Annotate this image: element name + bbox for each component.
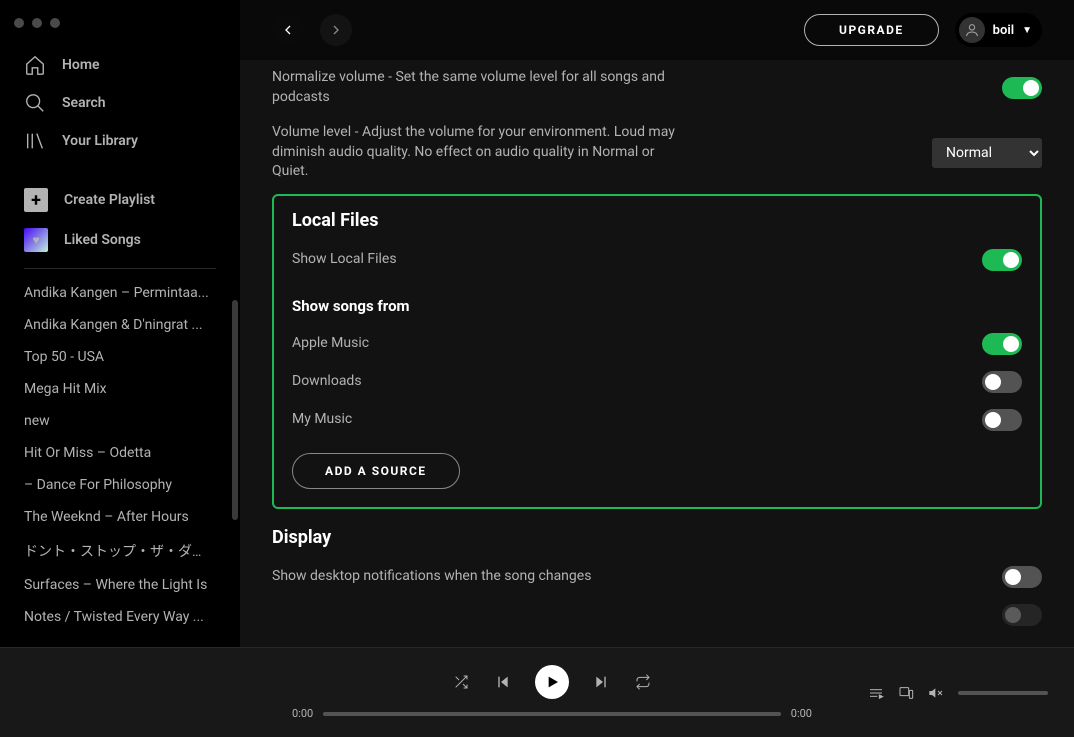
skip-forward-icon xyxy=(593,674,609,690)
nav-forward-button[interactable] xyxy=(320,14,352,46)
total-time: 0:00 xyxy=(791,707,812,720)
chevron-right-icon xyxy=(328,22,344,38)
main-panel: UPGRADE boil ▼ Normalize volume - Set th… xyxy=(240,0,1074,647)
show-local-files-label: Show Local Files xyxy=(292,250,397,270)
normalize-volume-label: Normalize volume - Set the same volume l… xyxy=(272,68,692,107)
desktop-notifications-toggle[interactable] xyxy=(1002,566,1042,588)
library-icon xyxy=(24,130,46,152)
add-source-button[interactable]: ADD A SOURCE xyxy=(292,453,460,489)
nav-search[interactable]: Search xyxy=(8,84,232,122)
avatar-icon xyxy=(959,17,985,43)
heart-icon: ♥ xyxy=(24,228,48,252)
local-files-section: Local Files Show Local Files Show songs … xyxy=(272,194,1042,509)
username-label: boil xyxy=(993,23,1014,38)
next-button[interactable] xyxy=(591,672,611,692)
plus-icon: + xyxy=(24,188,48,212)
liked-songs-button[interactable]: ♥ Liked Songs xyxy=(0,220,240,260)
source-label: My Music xyxy=(292,410,352,430)
nav-home[interactable]: Home xyxy=(8,46,232,84)
playlist-item[interactable]: Top 50 - USA xyxy=(24,341,214,373)
topbar: UPGRADE boil ▼ xyxy=(240,0,1074,60)
local-files-title: Local Files xyxy=(292,210,1022,231)
source-row: Apple Music xyxy=(292,325,1022,363)
source-label: Downloads xyxy=(292,372,362,392)
shuffle-button[interactable] xyxy=(451,672,471,692)
chevron-left-icon xyxy=(280,22,296,38)
user-menu[interactable]: boil ▼ xyxy=(955,13,1042,47)
elapsed-time: 0:00 xyxy=(292,707,313,720)
playlist-item[interactable]: Mega Hit Mix xyxy=(24,373,214,405)
player-bar: 0:00 0:00 xyxy=(0,647,1074,737)
devices-icon[interactable] xyxy=(898,685,914,701)
playlist-item[interactable]: Andika Kangen – Permintaa... xyxy=(24,277,214,309)
playlist-item[interactable]: Surfaces – Where the Light Is xyxy=(24,569,214,601)
source-label: Apple Music xyxy=(292,334,369,354)
scrollbar[interactable] xyxy=(232,300,238,520)
source-row: My Music xyxy=(292,401,1022,439)
window-controls xyxy=(0,12,240,46)
nav-back-button[interactable] xyxy=(272,14,304,46)
playlist-list: Andika Kangen – Permintaa...Andika Kange… xyxy=(0,277,240,647)
sidebar-divider xyxy=(24,268,216,269)
traffic-light-close[interactable] xyxy=(14,18,24,28)
skip-back-icon xyxy=(495,674,511,690)
source-toggle[interactable] xyxy=(982,409,1022,431)
volume-mute-icon[interactable] xyxy=(928,685,944,701)
traffic-light-min[interactable] xyxy=(32,18,42,28)
nav-library[interactable]: Your Library xyxy=(8,122,232,160)
show-local-files-toggle[interactable] xyxy=(982,249,1022,271)
play-button[interactable] xyxy=(535,665,569,699)
playlist-item[interactable]: Notes / Twisted Every Way ... xyxy=(24,601,214,633)
volume-level-label: Volume level - Adjust the volume for you… xyxy=(272,123,692,182)
source-toggle[interactable] xyxy=(982,371,1022,393)
playlist-item[interactable]: The Weeknd – After Hours xyxy=(24,501,214,533)
truncated-toggle[interactable] xyxy=(1002,604,1042,626)
search-icon xyxy=(24,92,46,114)
create-playlist-button[interactable]: + Create Playlist xyxy=(0,180,240,220)
settings-content: Normalize volume - Set the same volume l… xyxy=(240,60,1074,647)
liked-songs-label: Liked Songs xyxy=(64,232,141,248)
playlist-item[interactable]: – Dance For Philosophy xyxy=(24,469,214,501)
create-playlist-label: Create Playlist xyxy=(64,192,155,208)
home-icon xyxy=(24,54,46,76)
playlist-item[interactable]: Hit Or Miss – Odetta xyxy=(24,437,214,469)
shuffle-icon xyxy=(453,674,469,690)
repeat-icon xyxy=(635,674,651,690)
nav-search-label: Search xyxy=(62,95,106,111)
repeat-button[interactable] xyxy=(633,672,653,692)
play-icon xyxy=(544,674,560,690)
source-toggle[interactable] xyxy=(982,333,1022,355)
display-section-title: Display xyxy=(272,527,1042,548)
playlist-item[interactable]: new xyxy=(24,405,214,437)
normalize-volume-toggle[interactable] xyxy=(1002,77,1042,99)
volume-level-select[interactable]: Normal xyxy=(932,138,1042,168)
caret-down-icon: ▼ xyxy=(1022,25,1032,36)
sidebar: Home Search Your Library + Create Playli… xyxy=(0,0,240,647)
nav-library-label: Your Library xyxy=(62,133,138,149)
show-songs-from-title: Show songs from xyxy=(292,297,1022,315)
nav-home-label: Home xyxy=(62,57,100,73)
upgrade-button[interactable]: UPGRADE xyxy=(804,14,939,46)
previous-button[interactable] xyxy=(493,672,513,692)
queue-icon[interactable] xyxy=(868,685,884,701)
traffic-light-max[interactable] xyxy=(50,18,60,28)
volume-slider[interactable] xyxy=(958,691,1048,695)
truncated-setting xyxy=(272,605,275,625)
source-row: Downloads xyxy=(292,363,1022,401)
playlist-item[interactable]: ドント・ストップ・ザ・ダン... xyxy=(24,533,214,569)
playlist-item[interactable]: Andika Kangen & D'ningrat ... xyxy=(24,309,214,341)
progress-bar[interactable] xyxy=(323,712,781,716)
desktop-notifications-label: Show desktop notifications when the song… xyxy=(272,567,591,587)
